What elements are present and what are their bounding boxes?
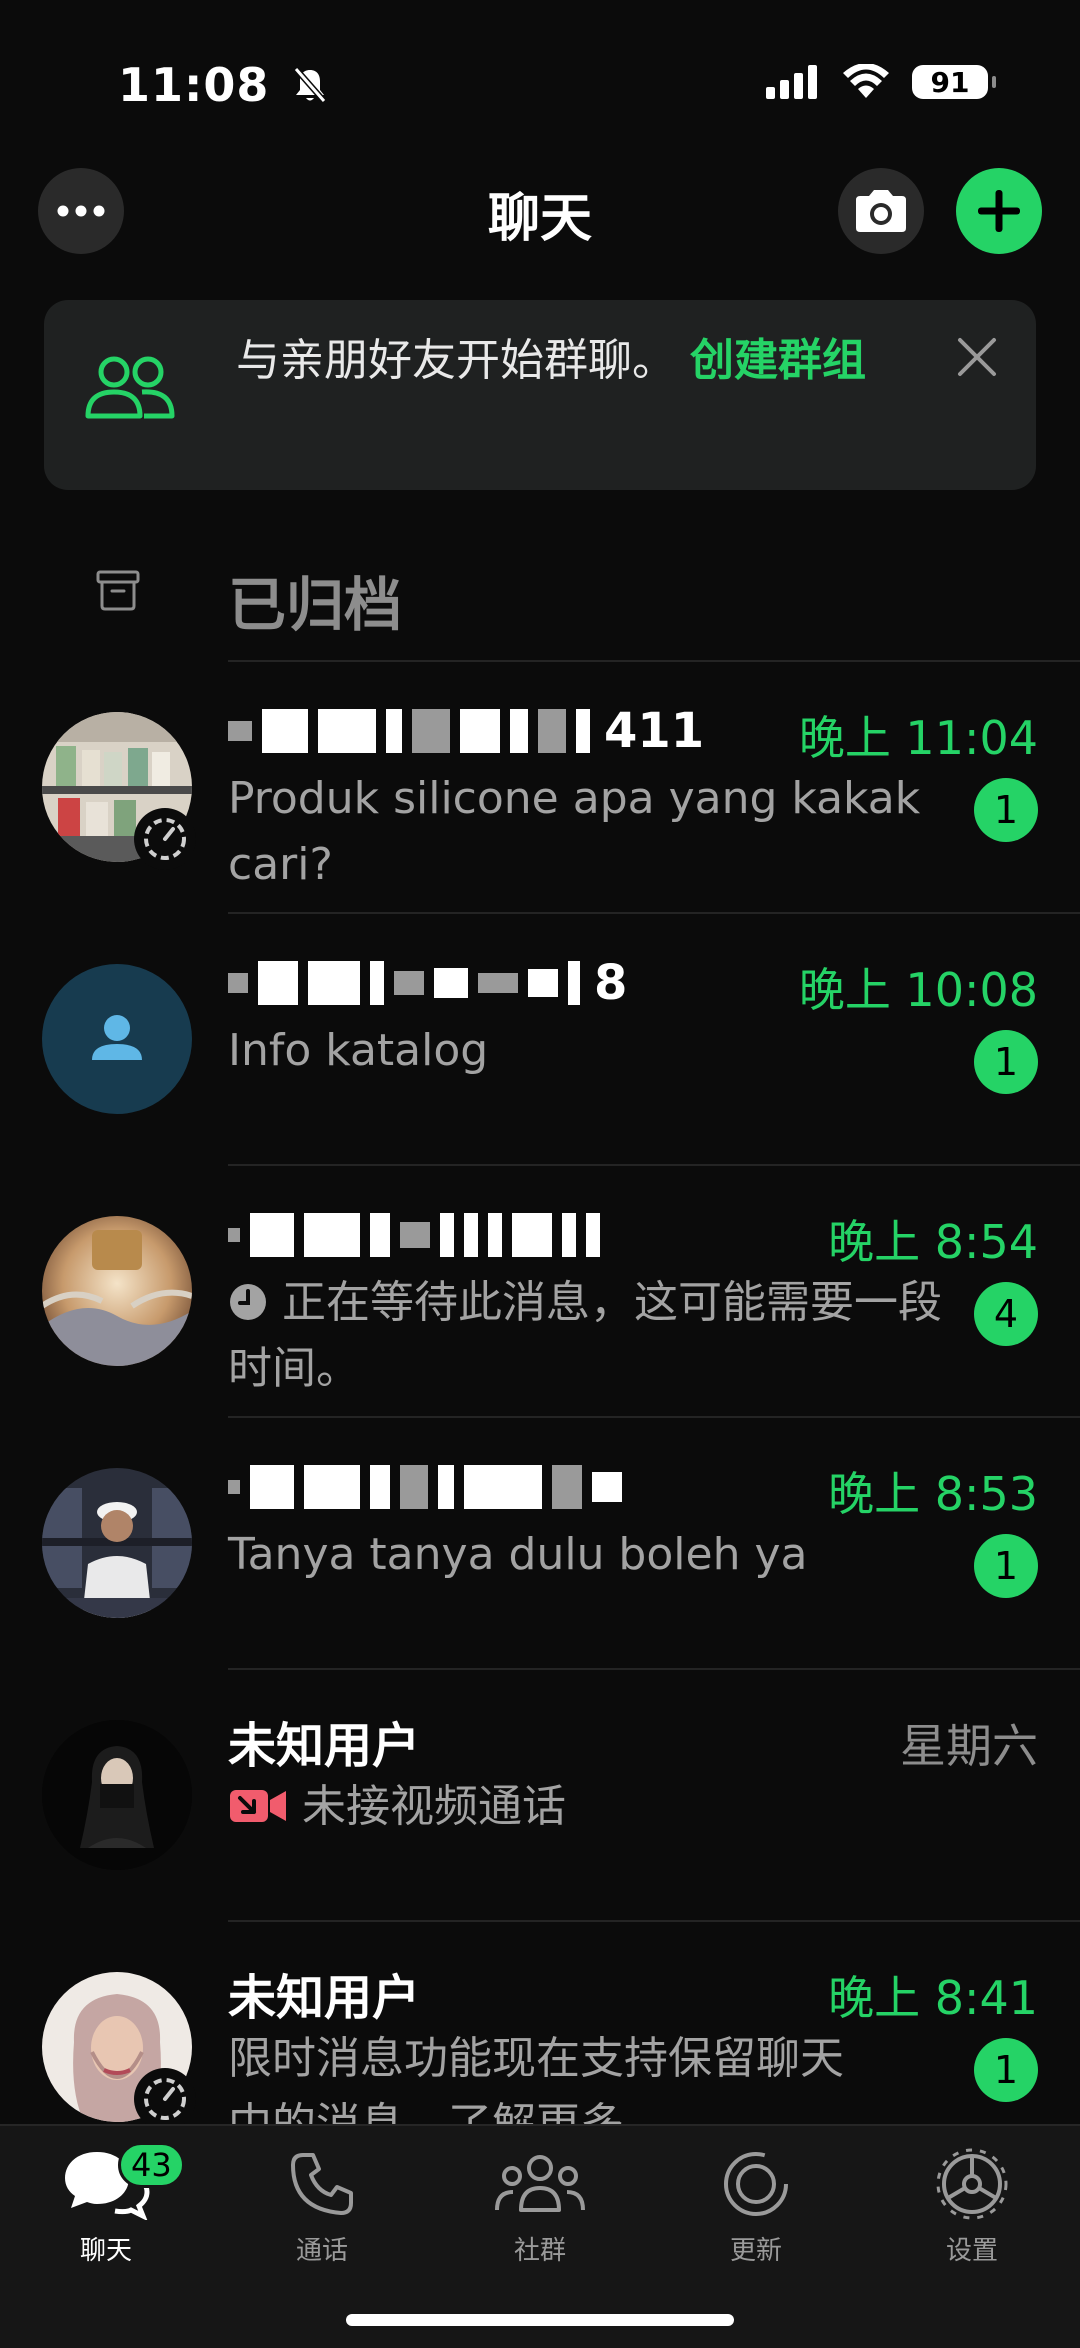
disappearing-timer-icon	[134, 2068, 196, 2130]
chat-time: 晚上 8:53	[828, 1467, 1038, 1521]
banner-close-button[interactable]	[952, 332, 1002, 382]
unread-badge: 1	[974, 2038, 1038, 2102]
tab-calls[interactable]: 通话	[232, 2144, 412, 2274]
plus-icon	[978, 190, 1020, 232]
home-indicator[interactable]	[346, 2314, 734, 2326]
avatar	[42, 1216, 192, 1366]
chat-preview: 未接视频通话	[228, 1774, 968, 1840]
chat-item[interactable]: 8 晚上 10:08 Info katalog 1	[0, 914, 1080, 1166]
default-avatar	[42, 964, 192, 1114]
new-chat-button[interactable]	[956, 168, 1042, 254]
cellular-signal-icon	[766, 65, 817, 99]
communities-icon	[450, 2144, 630, 2224]
contact-name-redacted: 411	[228, 703, 768, 759]
missed-video-call-icon	[230, 1790, 286, 1822]
status-indicators: 91	[766, 64, 996, 100]
contact-name-suffix: 411	[604, 703, 705, 759]
tab-communities[interactable]: 社群	[450, 2144, 630, 2274]
chat-time: 晚上 8:54	[828, 1215, 1038, 1269]
group-icon	[82, 352, 178, 426]
silent-bell-icon	[294, 67, 327, 103]
create-group-link[interactable]: 创建群组	[690, 335, 866, 386]
tab-chats[interactable]: 聊天 43	[16, 2142, 196, 2274]
tab-label: 社群	[513, 2236, 566, 2266]
chat-preview: Produk silicone apa yang kakak cari?	[228, 773, 921, 890]
close-icon	[958, 338, 996, 376]
avatar	[42, 1720, 192, 1870]
chats-screen: 11:08 91 聊天 与亲朋好友开始群聊。 创建群组 已归档 411 晚上 1…	[0, 0, 1080, 2348]
avatar	[42, 1468, 192, 1618]
chat-preview: Tanya tanya dulu boleh ya	[228, 1529, 808, 1580]
unread-badge: 4	[974, 1282, 1038, 1346]
unread-badge: 1	[974, 778, 1038, 842]
chat-time: 晚上 11:04	[798, 711, 1038, 765]
tab-label: 设置	[945, 2236, 998, 2266]
contact-name-redacted	[228, 1208, 768, 1262]
person-icon	[92, 1015, 142, 1060]
chat-preview: 正在等待此消息，这可能需要一段时间。	[228, 1270, 968, 1402]
contact-name-suffix: 8	[594, 955, 628, 1011]
wifi-icon	[843, 64, 889, 98]
chat-item[interactable]: 未知用户 星期六 未接视频通话	[0, 1670, 1080, 1922]
unread-badge: 1	[974, 1534, 1038, 1598]
chat-item[interactable]: 晚上 8:54 正在等待此消息，这可能需要一段时间。 4	[0, 1166, 1080, 1418]
archived-row[interactable]: 已归档	[0, 540, 1080, 660]
chat-time: 星期六	[900, 1719, 1038, 1773]
create-group-banner[interactable]: 与亲朋好友开始群聊。 创建群组	[44, 300, 1036, 490]
tab-label: 聊天	[79, 2236, 132, 2266]
archived-label: 已归档	[228, 571, 403, 639]
unread-badge: 1	[974, 1030, 1038, 1094]
camera-icon	[856, 190, 906, 232]
status-time-text: 11:08	[118, 58, 270, 112]
status-bar: 11:08 91	[0, 0, 1080, 170]
tab-unread-badge: 43	[118, 2142, 185, 2188]
phone-icon	[232, 2144, 412, 2224]
camera-button[interactable]	[838, 168, 924, 254]
tab-updates[interactable]: 更新	[666, 2144, 846, 2274]
tab-label: 通话	[295, 2236, 348, 2266]
chat-preview: Info katalog	[228, 1025, 489, 1076]
settings-icon	[882, 2144, 1062, 2224]
contact-name: 未知用户	[228, 1970, 421, 2026]
clock-icon	[230, 1284, 266, 1320]
banner-message: 与亲朋好友开始群聊。	[236, 335, 676, 386]
updates-icon	[666, 2144, 846, 2224]
contact-name: 未知用户	[228, 1718, 421, 1774]
battery-level: 91	[930, 65, 970, 99]
status-time: 11:08	[118, 58, 330, 112]
banner-text: 与亲朋好友开始群聊。 创建群组	[236, 328, 926, 394]
chat-preview-text: 未接视频通话	[302, 1781, 566, 1832]
contact-name-redacted	[228, 1460, 768, 1514]
chat-time: 晚上 8:41	[828, 1971, 1038, 2025]
chat-item[interactable]: 411 晚上 11:04 Produk silicone apa yang ka…	[0, 662, 1080, 914]
contact-name-redacted: 8	[228, 955, 768, 1011]
disappearing-timer-icon	[134, 808, 196, 870]
chat-item[interactable]: 晚上 8:53 Tanya tanya dulu boleh ya 1	[0, 1418, 1080, 1670]
tab-settings[interactable]: 设置	[882, 2144, 1062, 2274]
chat-time: 晚上 10:08	[798, 963, 1038, 1017]
tab-label: 更新	[729, 2236, 782, 2266]
archive-icon	[96, 568, 140, 616]
battery-indicator: 91	[912, 65, 996, 99]
chat-preview-text: 正在等待此消息，这可能需要一段时间。	[228, 1277, 942, 1394]
